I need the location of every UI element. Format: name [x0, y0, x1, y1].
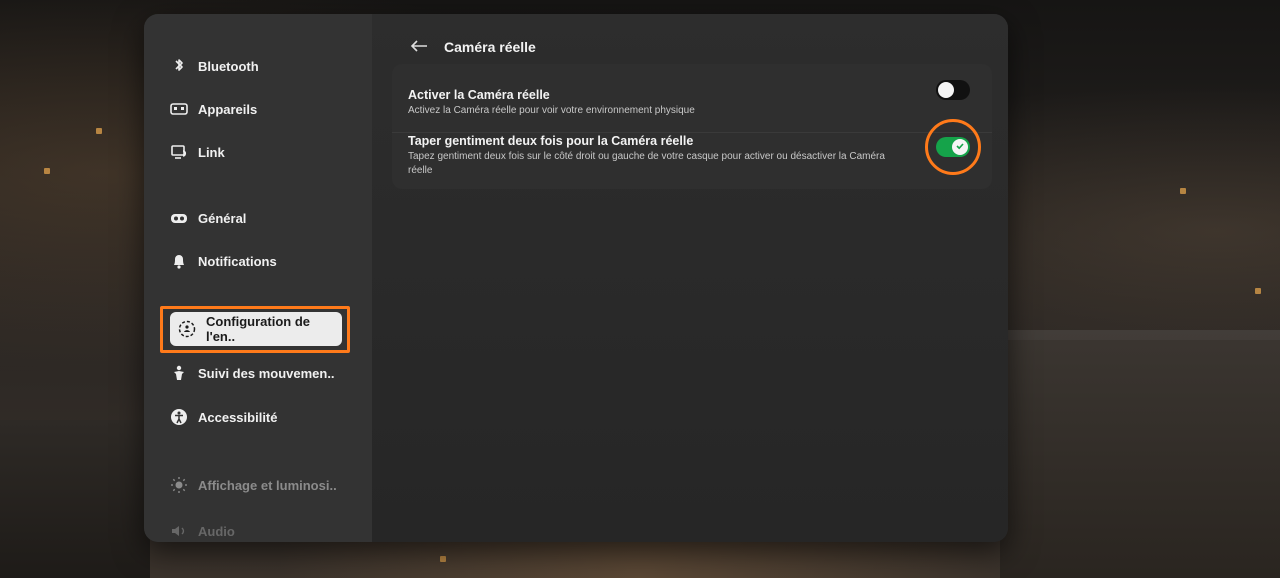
- setting-row-enable-passthrough: Activer la Caméra réelle Activez la Camé…: [408, 88, 976, 118]
- setting-title: Taper gentiment deux fois pour la Caméra…: [408, 134, 694, 148]
- setting-title: Activer la Caméra réelle: [408, 88, 550, 102]
- setting-row-double-tap: Taper gentiment deux fois pour la Caméra…: [408, 134, 892, 178]
- setting-description: Activez la Caméra réelle pour voir votre…: [408, 105, 695, 116]
- sidebar-item-label: Notifications: [198, 253, 277, 269]
- settings-card: Activer la Caméra réelle Activez la Camé…: [392, 64, 992, 189]
- movement-icon: [170, 364, 188, 382]
- sidebar-item-bluetooth[interactable]: Bluetooth: [170, 49, 350, 83]
- content-area: Caméra réelle Activer la Caméra réelle A…: [372, 14, 1008, 542]
- link-icon: [170, 143, 188, 161]
- toggle-knob: [952, 139, 968, 155]
- background-scenery-right: [1000, 330, 1280, 578]
- audio-icon: [170, 522, 188, 540]
- toggle-knob: [938, 82, 954, 98]
- bell-icon: [170, 252, 188, 270]
- headset-icon: [170, 209, 188, 227]
- background-light: [96, 128, 102, 134]
- sidebar-item-configuration[interactable]: Configuration de l'en..: [170, 312, 342, 346]
- brightness-icon: [170, 476, 188, 494]
- sidebar-item-link[interactable]: Link: [170, 135, 350, 169]
- arrow-left-icon: [410, 39, 428, 56]
- sidebar-item-general[interactable]: Général: [170, 201, 350, 235]
- sidebar-item-label: Affichage et luminosi..: [198, 477, 337, 493]
- sidebar-item-label: Audio: [198, 523, 235, 539]
- devices-icon: [170, 100, 188, 118]
- sidebar-item-label: Appareils: [198, 101, 258, 117]
- sidebar: Bluetooth Appareils Link Général Notific: [144, 14, 372, 542]
- bluetooth-icon: [170, 57, 188, 75]
- sidebar-item-label: Link: [198, 144, 225, 160]
- page-header: Caméra réelle: [408, 36, 536, 58]
- sidebar-item-label: Général: [198, 210, 247, 226]
- sidebar-item-label: Accessibilité: [198, 409, 278, 425]
- background-light: [440, 556, 446, 562]
- sidebar-item-label: Suivi des mouvemen..: [198, 365, 335, 381]
- sidebar-item-notifications[interactable]: Notifications: [170, 244, 350, 278]
- accessibility-icon: [170, 408, 188, 426]
- sidebar-item-label: Bluetooth: [198, 58, 259, 74]
- back-button[interactable]: [408, 36, 430, 58]
- background-light: [1255, 288, 1261, 294]
- background-scenery-left: [0, 420, 150, 578]
- setting-description: Tapez gentiment deux fois sur le côté dr…: [408, 151, 885, 176]
- settings-panel: Bluetooth Appareils Link Général Notific: [144, 14, 1008, 542]
- background-light: [1180, 188, 1186, 194]
- page-title: Caméra réelle: [444, 39, 536, 55]
- sidebar-item-display[interactable]: Affichage et luminosi..: [170, 468, 350, 502]
- checkmark-icon: [955, 138, 965, 156]
- sidebar-item-accessibility[interactable]: Accessibilité: [170, 400, 350, 434]
- sidebar-item-label: Configuration de l'en..: [206, 314, 310, 344]
- double-tap-toggle[interactable]: [936, 137, 970, 157]
- row-divider: [392, 132, 992, 133]
- sidebar-item-movement-tracking[interactable]: Suivi des mouvemen..: [170, 356, 350, 390]
- sidebar-item-appareils[interactable]: Appareils: [170, 92, 350, 126]
- background-light: [44, 168, 50, 174]
- enable-passthrough-toggle[interactable]: [936, 80, 970, 100]
- boundary-icon: [178, 320, 196, 338]
- sidebar-item-audio[interactable]: Audio: [170, 514, 350, 542]
